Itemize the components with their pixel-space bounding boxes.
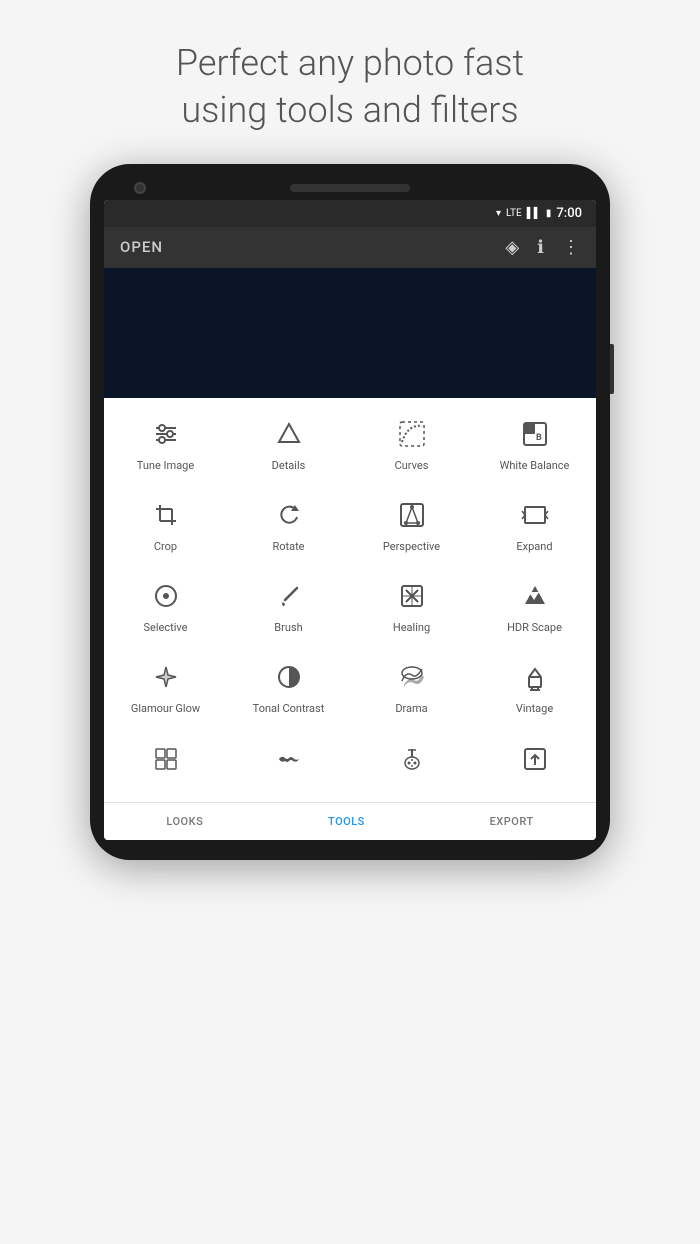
white-balance-icon: B bbox=[521, 420, 549, 453]
nav-looks[interactable]: LOOKS bbox=[166, 815, 203, 828]
signal-icon: ▌▌ bbox=[527, 208, 541, 219]
perspective-icon bbox=[398, 501, 426, 534]
tool-export-icon-row[interactable] bbox=[473, 731, 596, 798]
phone-frame: ▾ LTE ▌▌ ▮ 7:00 OPEN ◈ ℹ ⋮ bbox=[90, 164, 610, 860]
hdr-scape-icon bbox=[521, 582, 549, 615]
perspective-label: Perspective bbox=[383, 540, 440, 554]
tonal-contrast-icon bbox=[275, 663, 303, 696]
vintage-label: Vintage bbox=[516, 702, 553, 716]
white-balance-label: White Balance bbox=[500, 459, 570, 473]
drama-icon bbox=[398, 663, 426, 696]
tool-hdr-scape[interactable]: HDR Scape bbox=[473, 568, 596, 649]
battery-icon: ▮ bbox=[546, 208, 552, 219]
rotate-icon bbox=[275, 501, 303, 534]
open-button[interactable]: OPEN bbox=[120, 238, 163, 256]
speaker bbox=[290, 184, 410, 192]
tool-white-balance[interactable]: B White Balance bbox=[473, 406, 596, 487]
expand-icon bbox=[521, 501, 549, 534]
nav-tools-label: TOOLS bbox=[328, 815, 365, 828]
glamour-glow-icon bbox=[152, 663, 180, 696]
expand-label: Expand bbox=[516, 540, 552, 554]
camera-icon bbox=[134, 182, 146, 194]
info-icon[interactable]: ℹ bbox=[537, 237, 544, 258]
curves-label: Curves bbox=[395, 459, 429, 473]
drama-label: Drama bbox=[395, 702, 427, 716]
tool-vintage[interactable]: Vintage bbox=[473, 649, 596, 730]
tool-drama[interactable]: Drama bbox=[350, 649, 473, 730]
app-toolbar: OPEN ◈ ℹ ⋮ bbox=[104, 227, 596, 268]
tools-panel: Tune Image Details bbox=[104, 398, 596, 840]
svg-text:B: B bbox=[536, 433, 542, 443]
tonal-contrast-label: Tonal Contrast bbox=[253, 702, 325, 716]
tool-looks-icon-row[interactable] bbox=[104, 731, 227, 798]
wifi-icon: ▾ bbox=[496, 208, 501, 219]
tool-selective[interactable]: Selective bbox=[104, 568, 227, 649]
tool-brush[interactable]: Brush bbox=[227, 568, 350, 649]
details-label: Details bbox=[272, 459, 306, 473]
brush-icon bbox=[275, 582, 303, 615]
mustache-icon bbox=[275, 745, 303, 778]
lte-icon: LTE bbox=[506, 208, 522, 219]
nav-export[interactable]: EXPORT bbox=[490, 815, 534, 828]
tool-tonal-contrast[interactable]: Tonal Contrast bbox=[227, 649, 350, 730]
tool-details[interactable]: Details bbox=[227, 406, 350, 487]
nav-looks-label: LOOKS bbox=[166, 815, 203, 828]
tool-perspective[interactable]: Perspective bbox=[350, 487, 473, 568]
tool-tune-image[interactable]: Tune Image bbox=[104, 406, 227, 487]
crop-label: Crop bbox=[154, 540, 177, 554]
phone-top bbox=[104, 184, 596, 192]
guitar-icon bbox=[398, 745, 426, 778]
tool-crop[interactable]: Crop bbox=[104, 487, 227, 568]
tools-grid: Tune Image Details bbox=[104, 406, 596, 798]
tool-guitar[interactable] bbox=[350, 731, 473, 798]
photo-area bbox=[104, 268, 596, 398]
looks-row-icon bbox=[152, 745, 180, 778]
selective-icon bbox=[152, 582, 180, 615]
tune-image-label: Tune Image bbox=[137, 459, 194, 473]
rotate-label: Rotate bbox=[272, 540, 304, 554]
nav-tools[interactable]: TOOLS bbox=[328, 815, 365, 828]
curves-icon bbox=[398, 420, 426, 453]
tool-rotate[interactable]: Rotate bbox=[227, 487, 350, 568]
details-icon bbox=[275, 420, 303, 453]
layers-icon[interactable]: ◈ bbox=[505, 237, 519, 258]
vintage-icon bbox=[521, 663, 549, 696]
status-icons: ▾ LTE ▌▌ ▮ 7:00 bbox=[496, 206, 582, 221]
tool-glamour-glow[interactable]: Glamour Glow bbox=[104, 649, 227, 730]
status-time: 7:00 bbox=[556, 206, 582, 221]
healing-label: Healing bbox=[393, 621, 430, 635]
headline: Perfect any photo fast using tools and f… bbox=[116, 0, 584, 164]
more-icon[interactable]: ⋮ bbox=[562, 237, 580, 258]
screen: ▾ LTE ▌▌ ▮ 7:00 OPEN ◈ ℹ ⋮ bbox=[104, 200, 596, 840]
glamour-glow-label: Glamour Glow bbox=[131, 702, 200, 716]
healing-icon bbox=[398, 582, 426, 615]
crop-icon bbox=[152, 501, 180, 534]
bottom-nav: LOOKS TOOLS EXPORT bbox=[104, 802, 596, 840]
power-button bbox=[610, 344, 614, 394]
tool-healing[interactable]: Healing bbox=[350, 568, 473, 649]
nav-export-label: EXPORT bbox=[490, 815, 534, 828]
tool-curves[interactable]: Curves bbox=[350, 406, 473, 487]
brush-label: Brush bbox=[274, 621, 302, 635]
hdr-scape-label: HDR Scape bbox=[507, 621, 562, 635]
selective-label: Selective bbox=[144, 621, 188, 635]
tune-image-icon bbox=[152, 420, 180, 453]
status-bar: ▾ LTE ▌▌ ▮ 7:00 bbox=[104, 200, 596, 227]
tool-mustache[interactable] bbox=[227, 731, 350, 798]
tool-expand[interactable]: Expand bbox=[473, 487, 596, 568]
export-row-icon bbox=[521, 745, 549, 778]
toolbar-icons: ◈ ℹ ⋮ bbox=[505, 237, 580, 258]
